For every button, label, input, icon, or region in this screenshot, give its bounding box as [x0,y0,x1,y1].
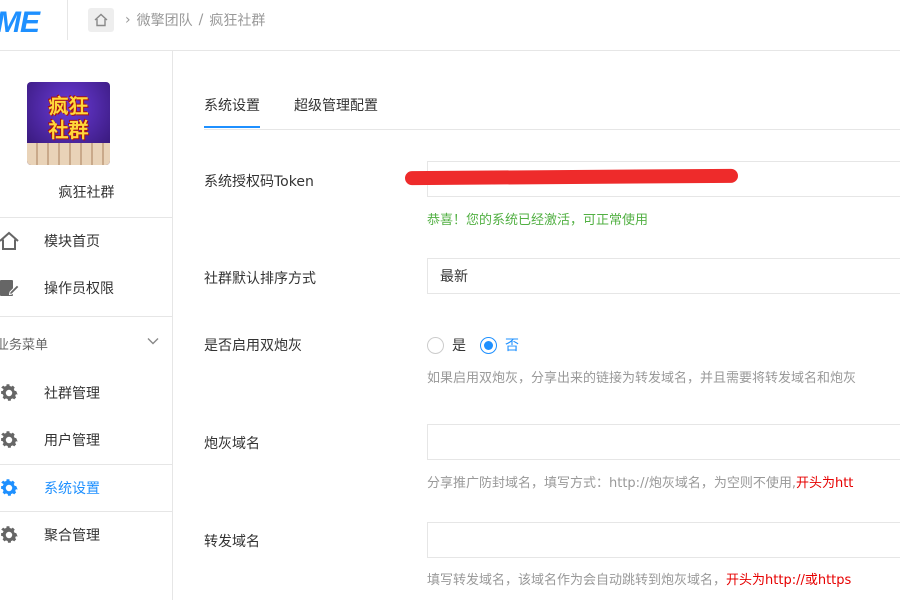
logo-text: ME [0,6,40,39]
redaction-mark [404,168,739,186]
radio-no[interactable] [480,336,497,354]
tabs-underline [204,129,900,130]
sidebar-item-operator-permissions[interactable]: 操作员权限 [0,265,172,311]
sidebar-item-aggregation-management[interactable]: 聚合管理 [0,512,172,558]
breadcrumb-team[interactable]: 微擎团队 [137,10,193,30]
sort-label: 社群默认排序方式 [204,271,316,287]
forward-domain-input[interactable] [427,522,900,558]
sidebar-item-label: 社群管理 [44,386,100,402]
radio-no-label[interactable]: 否 [505,335,519,355]
sidebar-item-label: 操作员权限 [44,281,114,297]
main-content: 系统设置 超级管理配置 系统授权码Token 恭喜！您的系统已经激活，可正常使用… [173,51,900,600]
dual-cannon-hint: 如果启用双炮灰，分享出来的链接为转发域名，并且需要将转发域名和炮灰 [427,371,857,386]
cannon-domain-label: 炮灰域名 [204,436,260,452]
gear-icon [0,477,20,499]
tab-system-settings[interactable]: 系统设置 [204,95,260,128]
settings-tabs: 系统设置 超级管理配置 [204,95,378,128]
forward-domain-hint: 填写转发域名，该域名作为会自动跳转到炮灰域名，开头为http://或https [427,569,851,588]
token-status-text: 恭喜！您的系统已经激活，可正常使用 [427,213,649,228]
business-menu-header[interactable]: 业务菜单 [0,331,172,355]
sidebar-item-label: 用户管理 [44,433,100,449]
avatar-line-2: 社群 [48,118,89,142]
radio-yes-label[interactable]: 是 [452,335,466,355]
sidebar: 疯狂 社群 疯狂社群 模块首页 操作员权限 业务菜单 社群管理 用户管理 系统设… [0,51,173,600]
home-icon [94,13,108,27]
forward-domain-label: 转发域名 [204,534,260,550]
sort-select[interactable]: 最新 [427,258,900,294]
home-button[interactable] [88,8,114,32]
radio-yes[interactable] [427,336,444,354]
sidebar-item-system-settings[interactable]: 系统设置 [0,465,172,511]
menu-title: 业务菜单 [0,337,49,353]
sidebar-item-label: 系统设置 [44,481,100,497]
group-name: 疯狂社群 [58,185,115,201]
gear-icon [0,382,20,404]
chevron-down-icon [147,338,159,345]
sidebar-item-label: 聚合管理 [44,528,100,544]
cannon-domain-hint: 分享推广防封域名，填写方式：http://炮灰域名，为空则不使用,开头为htt [427,472,853,491]
home-icon [0,230,20,252]
breadcrumb-group[interactable]: 疯狂社群 [209,10,265,30]
sidebar-item-module-home[interactable]: 模块首页 [0,218,172,264]
operator-icon [0,277,20,299]
group-avatar: 疯狂 社群 [27,82,110,165]
avatar-crowd [27,143,110,165]
header-divider [67,0,68,40]
forward-hint-text: 填写转发域名，该域名作为会自动跳转到炮灰域名， [427,573,727,588]
sidebar-item-label: 模块首页 [44,234,100,250]
breadcrumb: › 微擎团队 / 疯狂社群 [125,10,265,30]
app-logo[interactable]: ME [0,6,60,39]
sidebar-item-user-management[interactable]: 用户管理 [0,417,172,463]
gear-icon [0,429,20,451]
dual-cannon-label: 是否启用双炮灰 [204,338,302,354]
token-label: 系统授权码Token [204,174,314,190]
gear-icon [0,524,20,546]
chevron-right-icon: › [125,12,131,28]
cannon-domain-input[interactable] [427,424,900,460]
cannon-hint-warning: 开头为htt [795,476,854,491]
dual-cannon-radio-group: 是 否 [427,335,533,355]
cannon-hint-text: 分享推广防封域名，填写方式：http://炮灰域名，为空则不使用, [427,476,796,491]
top-header: ME › 微擎团队 / 疯狂社群 [0,0,900,51]
forward-hint-warning: 开头为http://或https [726,573,852,588]
sidebar-divider [0,316,172,317]
tab-super-admin-config[interactable]: 超级管理配置 [294,95,378,128]
sidebar-item-community-management[interactable]: 社群管理 [0,370,172,416]
breadcrumb-separator: / [198,12,204,28]
